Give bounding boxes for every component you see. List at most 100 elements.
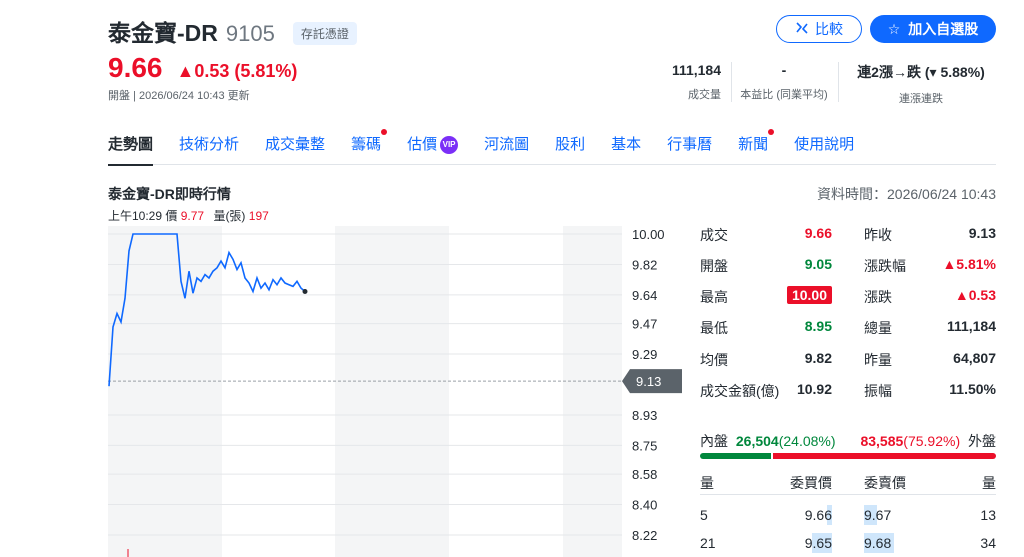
tab-news[interactable]: 新聞 [738, 129, 775, 165]
hover-info: 上午10:29 價 9.77 量(張) 197 [108, 207, 275, 224]
tab-bar: 走勢圖 技術分析 成交彙整 籌碼 估價 VIP 河流圖 股利 基本 行事曆 新聞 … [108, 129, 996, 166]
ask-volume: 34 [980, 535, 996, 551]
intraday-chart[interactable]: 10.00 9.82 9.64 9.47 9.29 8.93 8.75 8.58 8.40 8.2… [108, 226, 688, 557]
current-price: 9.66 [108, 52, 163, 83]
time-band [449, 226, 563, 557]
stat-volume-label: 成交量 [688, 89, 721, 101]
market-status: 開盤 | 2026/06/24 10:43 更新 [108, 90, 250, 102]
compare-label: 比較 [815, 21, 843, 37]
tab-technical[interactable]: 技術分析 [179, 133, 239, 165]
ask-price-header: 委賣價 [864, 475, 906, 491]
divider [838, 62, 839, 102]
quote-value: 10.92 [796, 381, 832, 397]
y-tick-label: 9.29 [632, 347, 657, 362]
quote-label: 成交金額(億) [700, 383, 780, 399]
tab-river[interactable]: 河流圖 [484, 133, 529, 165]
y-tick-label: 8.22 [632, 528, 657, 543]
stat-volume: 111,184 成交量 [672, 62, 721, 102]
tab-chart[interactable]: 走勢圖 [108, 133, 154, 166]
section-title: 泰金寶-DR即時行情 [108, 186, 231, 202]
tab-volume-summary[interactable]: 成交彙整 [265, 133, 325, 165]
bid-price: 9.66 [804, 507, 832, 523]
compare-icon [795, 21, 809, 38]
quote-value: 9.66 [804, 225, 832, 241]
inner-outer-bar [700, 453, 996, 459]
stat-pe-value: - [781, 62, 787, 78]
stat-streak: 連2漲→跌 (▾ 5.88%) 連漲連跌 [844, 62, 998, 106]
quote-label: 成交 [700, 227, 728, 243]
quote-label: 漲跌 [864, 289, 892, 305]
price-row: 9.66 ▲0.53 (5.81%) [108, 52, 297, 84]
order-book-header: 量 委買價 委賣價 量 [700, 473, 996, 495]
bid-price: 9.65 [804, 535, 832, 551]
outer-bar [773, 453, 996, 459]
quote-label: 最低 [700, 320, 728, 336]
inner-value: 26,504 [735, 433, 779, 449]
hover-vol: 197 [248, 209, 269, 223]
price-change-value: 0.53 (5.81%) [194, 61, 298, 81]
outer-value: 83,585 [860, 433, 904, 449]
quote-label: 均價 [700, 352, 728, 368]
quote-value: 10.00 [786, 286, 832, 304]
hover-time: 上午10:29 [108, 209, 163, 223]
hover-price: 9.77 [180, 209, 205, 223]
quote-value: ▲5.81% [942, 256, 996, 272]
stat-pe: - 本益比 (同業平均) [736, 62, 832, 102]
hover-price-label: 價 [165, 209, 178, 223]
bid-vol-header: 量 [700, 475, 714, 491]
quote-value: ▲0.53 [954, 287, 996, 303]
quote-value: 9.82 [804, 350, 832, 366]
time-band [563, 226, 622, 557]
quote-label: 振幅 [864, 383, 892, 399]
hover-vol-label: 量(張) [213, 209, 246, 223]
quote-value: 8.95 [804, 318, 832, 334]
vip-badge: VIP [440, 136, 459, 155]
quote-label: 漲跌幅 [864, 258, 906, 274]
y-tick-label: 8.58 [632, 467, 657, 482]
inner-pct: (24.08%) [778, 433, 836, 449]
bid-price-header: 委買價 [790, 475, 832, 491]
inner-outer-row: 內盤 26,504(24.08%) 83,585(75.92%) 外盤 [700, 431, 996, 451]
stock-code: 9105 [225, 21, 275, 46]
notification-dot [768, 129, 775, 135]
tab-valuation[interactable]: 估價 VIP [407, 133, 459, 165]
ask-vol-header: 量 [982, 475, 996, 491]
y-tick-label: 10.00 [632, 227, 665, 242]
y-tick-label: 8.75 [632, 438, 657, 453]
order-book-row: 21 9.65 9.68 34 [700, 533, 996, 555]
compare-button[interactable]: 比較 [776, 15, 862, 43]
stat-streak-value: 連2漲→跌 (▾ 5.88%) [857, 64, 985, 80]
quote-value: 9.05 [804, 256, 832, 272]
quote-label: 開盤 [700, 258, 728, 274]
notification-dot [381, 129, 388, 135]
tab-dividend[interactable]: 股利 [555, 133, 585, 165]
ask-price: 9.67 [864, 507, 892, 523]
y-tick-label: 9.47 [632, 317, 657, 332]
time-band [335, 226, 449, 557]
quote-label: 昨量 [864, 352, 892, 368]
ask-volume: 13 [980, 507, 996, 523]
quote-value: 64,807 [953, 350, 996, 366]
bid-volume: 21 [700, 535, 716, 551]
quote-label: 昨收 [864, 227, 892, 243]
tab-help[interactable]: 使用說明 [794, 133, 854, 165]
stock-title: 泰金寶-DR 9105 存託憑證 [108, 14, 357, 48]
tab-basic[interactable]: 基本 [611, 133, 641, 165]
outer-pct: (75.92%) [903, 433, 961, 449]
stat-streak-label: 連漲連跌 [899, 93, 943, 105]
outer-label: 外盤 [968, 433, 996, 449]
stock-name: 泰金寶-DR [108, 20, 218, 46]
add-watchlist-button[interactable]: ☆ 加入自選股 [870, 15, 996, 43]
inner-label: 內盤 [700, 433, 728, 449]
tab-calendar[interactable]: 行事曆 [667, 133, 712, 165]
stat-volume-value: 111,184 [671, 62, 721, 78]
inner-bar [700, 453, 772, 459]
tab-chips[interactable]: 籌碼 [351, 129, 388, 165]
quote-value: 111,184 [946, 318, 996, 334]
quote-value: 11.50% [949, 381, 996, 397]
quote-label: 總量 [864, 320, 892, 336]
quote-label: 最高 [700, 289, 728, 305]
ask-price: 9.68 [864, 535, 892, 551]
data-timestamp: 資料時間：2026/06/24 10:43 [817, 186, 996, 202]
y-tick-label: 9.82 [632, 257, 657, 272]
